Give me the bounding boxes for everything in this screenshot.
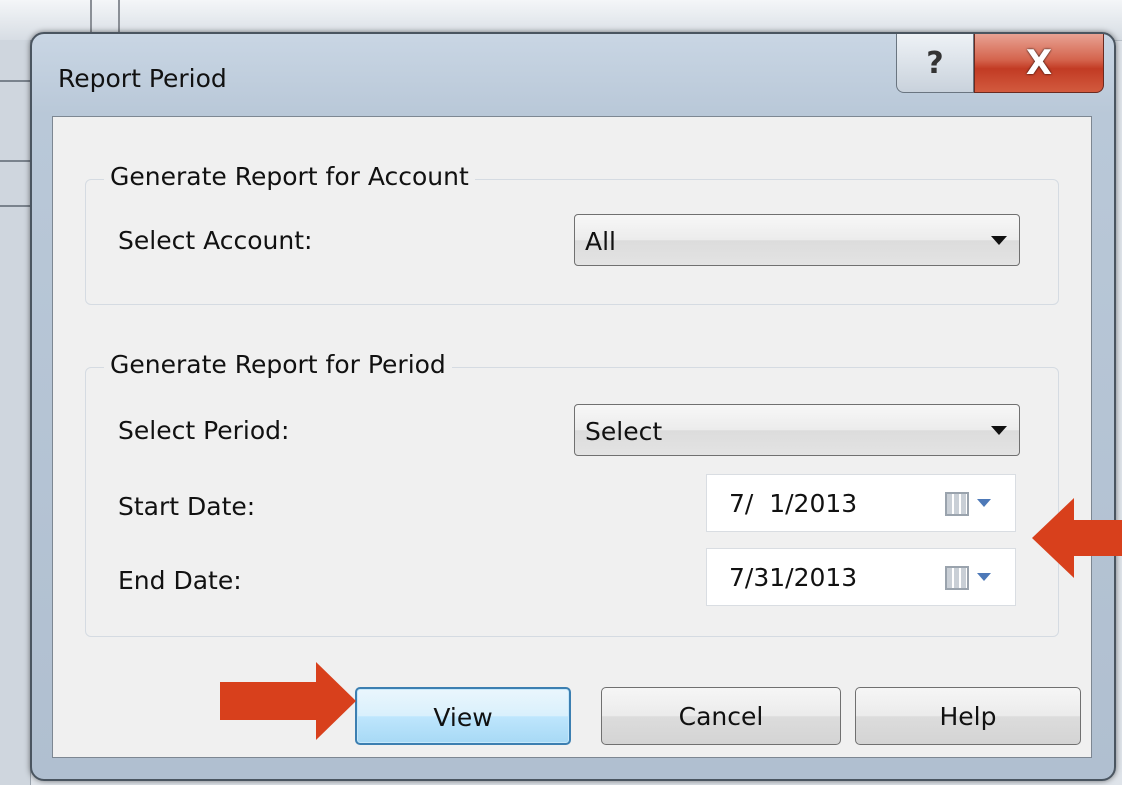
- dialog-client-area: Generate Report for Account Select Accou…: [52, 116, 1092, 758]
- select-account-value: All: [585, 227, 616, 256]
- end-date-value: 7/31/2013: [729, 563, 858, 592]
- end-date-label: End Date:: [118, 566, 242, 595]
- arrow-shaft: [1072, 520, 1122, 556]
- select-account-label: Select Account:: [118, 226, 313, 255]
- annotation-arrow-left: [1032, 498, 1122, 578]
- select-period-label: Select Period:: [118, 416, 290, 445]
- question-mark-icon: ?: [926, 45, 944, 81]
- caption-buttons: ? X: [896, 34, 1104, 96]
- help-button[interactable]: Help: [855, 687, 1081, 745]
- calendar-icon[interactable]: [945, 566, 969, 590]
- arrow-shaft: [220, 682, 318, 720]
- chevron-down-icon: [991, 236, 1007, 245]
- chevron-down-icon: [991, 426, 1007, 435]
- start-date-value: 7/ 1/2013: [729, 489, 858, 518]
- end-date-picker[interactable]: 7/31/2013: [706, 548, 1016, 606]
- annotation-arrow-right: [220, 662, 360, 742]
- period-group-legend: Generate Report for Period: [104, 350, 452, 379]
- period-groupbox: Generate Report for Period Select Period…: [85, 350, 1059, 637]
- chevron-down-icon[interactable]: [977, 573, 991, 581]
- view-button[interactable]: View: [355, 687, 571, 745]
- account-groupbox: Generate Report for Account Select Accou…: [85, 162, 1059, 305]
- account-group-legend: Generate Report for Account: [104, 162, 475, 191]
- background-side-panel: [0, 40, 31, 785]
- arrow-head: [1032, 498, 1074, 578]
- start-date-label: Start Date:: [118, 492, 256, 521]
- background-divider: [0, 160, 30, 162]
- select-period-dropdown[interactable]: Select: [574, 404, 1020, 456]
- cancel-button[interactable]: Cancel: [601, 687, 841, 745]
- background-divider: [0, 205, 30, 207]
- dialog-title: Report Period: [58, 64, 227, 93]
- arrow-head: [316, 662, 356, 740]
- close-icon: X: [1025, 43, 1053, 83]
- select-account-dropdown[interactable]: All: [574, 214, 1020, 266]
- close-button[interactable]: X: [974, 34, 1104, 93]
- start-date-picker[interactable]: 7/ 1/2013: [706, 474, 1016, 532]
- calendar-icon[interactable]: [945, 492, 969, 516]
- select-period-value: Select: [585, 417, 663, 446]
- background-divider: [0, 80, 30, 82]
- report-period-dialog: Report Period ? X Generate Report for Ac…: [30, 32, 1116, 781]
- chevron-down-icon[interactable]: [977, 499, 991, 507]
- help-caption-button[interactable]: ?: [896, 34, 974, 93]
